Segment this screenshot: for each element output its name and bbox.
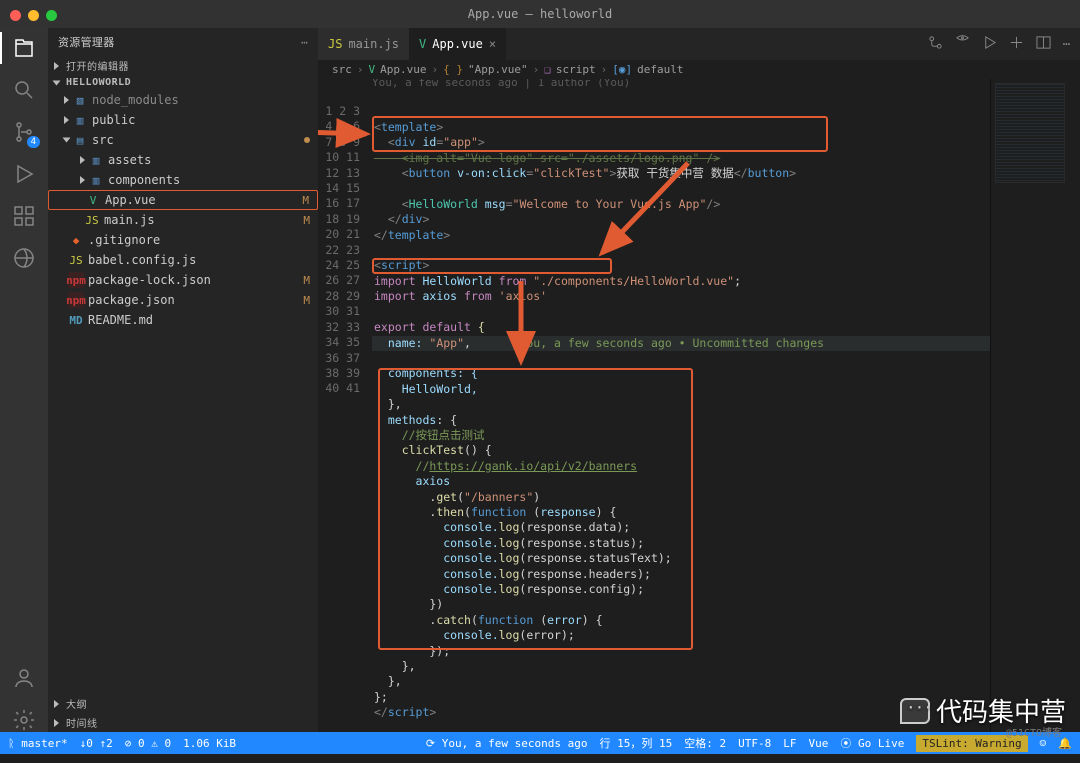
tab-mainjs[interactable]: JSmain.js: [318, 28, 409, 60]
code-editor[interactable]: 1 2 3 4 5 6 7 8 9 10 11 12 13 14 15 16 1…: [318, 79, 1080, 732]
status-sync[interactable]: ↓0 ↑2: [80, 737, 113, 750]
file-babel[interactable]: JSbabel.config.js: [48, 250, 318, 270]
gitlens-inline-blame: You, a few seconds ago • Uncommitted cha…: [519, 336, 824, 350]
extensions-icon[interactable]: [12, 204, 36, 228]
file-readme[interactable]: MDREADME.md: [48, 310, 318, 330]
window-traffic-lights[interactable]: [10, 10, 57, 21]
tab-appvue[interactable]: VApp.vue×: [409, 28, 506, 60]
status-feedback-icon[interactable]: ☺: [1040, 737, 1047, 750]
title-bar: App.vue — helloworld: [0, 0, 1080, 28]
file-pkglock[interactable]: npmpackage-lock.jsonM: [48, 270, 318, 290]
modified-dot-icon: [304, 137, 310, 143]
search-icon[interactable]: [12, 78, 36, 102]
status-encoding[interactable]: UTF-8: [738, 737, 771, 750]
file-gitignore[interactable]: ◆.gitignore: [48, 230, 318, 250]
run-debug-icon[interactable]: [12, 162, 36, 186]
compare-changes-icon[interactable]: [928, 35, 943, 53]
breadcrumb[interactable]: src› VApp.vue› { }"App.vue"› ❑script› [◉…: [318, 60, 1080, 79]
status-problems[interactable]: ⊘ 0 ⚠ 0: [125, 737, 171, 750]
status-tslint[interactable]: TSLint: Warning: [916, 735, 1027, 752]
minimap[interactable]: [990, 79, 1080, 732]
folder-public[interactable]: ▥public: [48, 110, 318, 130]
folder-components[interactable]: ▥components: [48, 170, 318, 190]
zoom-window-icon[interactable]: [46, 10, 57, 21]
file-tree: ▧node_modules ▥public ▤src ▥assets ▥comp…: [48, 90, 318, 694]
status-bar: ᚱ master* ↓0 ↑2 ⊘ 0 ⚠ 0 1.06 KiB ⟳ You, …: [0, 732, 1080, 754]
editor-group: JSmain.js VApp.vue× ⋯ src› VApp.vue› { }…: [318, 28, 1080, 732]
file-appvue[interactable]: VApp.vueM: [48, 190, 318, 210]
open-editors-section[interactable]: 打开的编辑器: [48, 56, 318, 75]
project-section[interactable]: HELLOWORLD: [48, 75, 318, 90]
file-mainjs[interactable]: JSmain.jsM: [48, 210, 318, 230]
status-eol[interactable]: LF: [783, 737, 796, 750]
folder-node-modules[interactable]: ▧node_modules: [48, 90, 318, 110]
close-tab-icon[interactable]: ×: [489, 37, 496, 51]
close-window-icon[interactable]: [10, 10, 21, 21]
status-language[interactable]: Vue: [808, 737, 828, 750]
folder-assets[interactable]: ▥assets: [48, 150, 318, 170]
code-content[interactable]: You, a few seconds ago | 1 author (You) …: [372, 79, 990, 732]
explorer-title: 资源管理器: [58, 34, 115, 50]
status-spaces[interactable]: 空格: 2: [684, 735, 726, 751]
gear-icon[interactable]: [12, 708, 36, 732]
status-branch[interactable]: ᚱ master*: [8, 737, 68, 750]
scm-badge: 4: [27, 136, 40, 148]
file-pkg[interactable]: npmpackage.jsonM: [48, 290, 318, 310]
timeline-section[interactable]: 时间线: [48, 713, 318, 732]
split-editor-icon[interactable]: [1036, 35, 1051, 53]
activity-bar: 4: [0, 28, 48, 732]
explorer-sidebar: 资源管理器 ⋯ 打开的编辑器 HELLOWORLD ▧node_modules …: [48, 28, 318, 732]
editor-tabs: JSmain.js VApp.vue× ⋯: [318, 28, 1080, 60]
status-filesize: 1.06 KiB: [183, 737, 236, 750]
status-bell-icon[interactable]: 🔔: [1058, 737, 1072, 750]
explorer-icon[interactable]: [12, 36, 36, 60]
source-control-icon[interactable]: 4: [12, 120, 36, 144]
status-blame[interactable]: ⟳ You, a few seconds ago: [426, 737, 588, 750]
gitlens-blame: You, a few seconds ago | 1 author (You): [372, 79, 630, 90]
outline-section[interactable]: 大纲: [48, 694, 318, 713]
open-changes-icon[interactable]: [1009, 35, 1024, 53]
run-icon[interactable]: [982, 35, 997, 53]
line-gutter: 1 2 3 4 5 6 7 8 9 10 11 12 13 14 15 16 1…: [318, 79, 372, 732]
remote-icon[interactable]: [12, 246, 36, 270]
explorer-header: 资源管理器 ⋯: [48, 28, 318, 56]
window-title: App.vue — helloworld: [468, 7, 613, 21]
status-cursor[interactable]: 行 15，列 15: [599, 735, 672, 751]
open-preview-icon[interactable]: [955, 35, 970, 53]
more-actions-icon[interactable]: ⋯: [1063, 37, 1070, 51]
explorer-more-icon[interactable]: ⋯: [301, 36, 308, 49]
folder-src[interactable]: ▤src: [48, 130, 318, 150]
git-status-m: M: [302, 194, 309, 207]
minimize-window-icon[interactable]: [28, 10, 39, 21]
status-golive[interactable]: ⦿ Go Live: [840, 735, 904, 751]
account-icon[interactable]: [12, 666, 36, 690]
